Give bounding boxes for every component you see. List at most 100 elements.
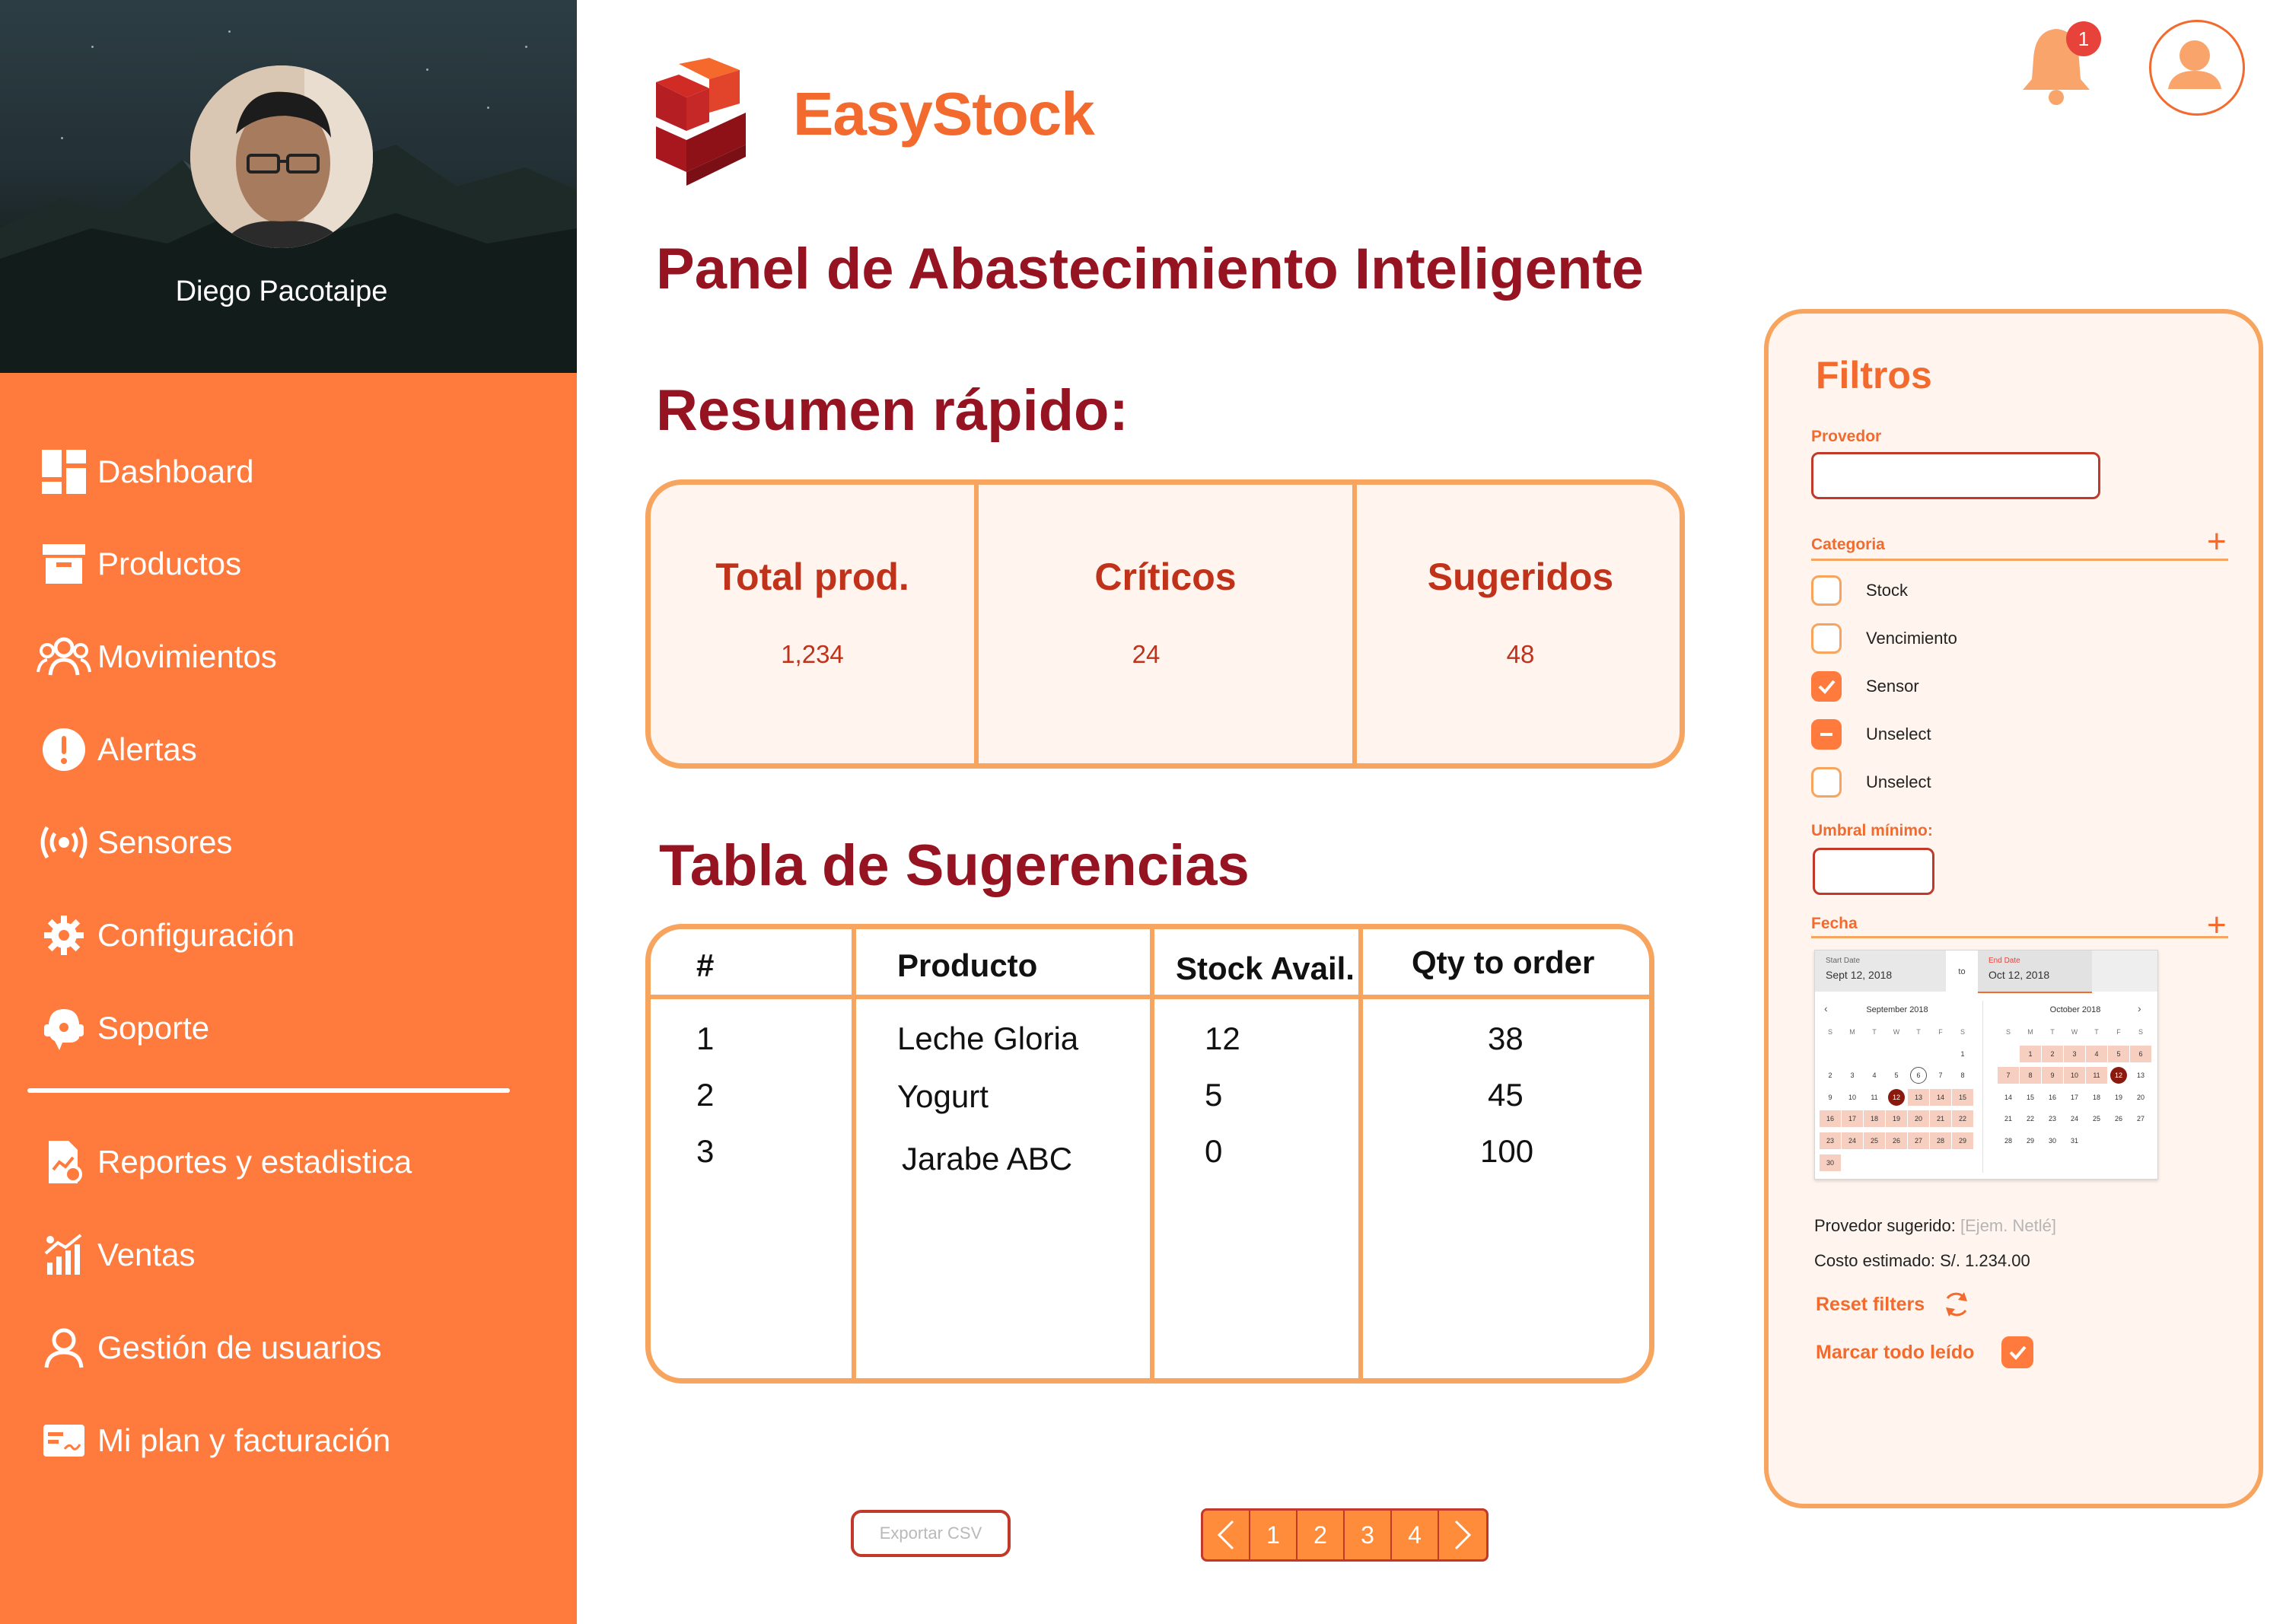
reset-filters-button[interactable]: Reset filters — [1816, 1291, 1972, 1318]
mark-all-read-checkbox[interactable] — [2001, 1336, 2034, 1368]
calendar-day[interactable]: 7 — [1930, 1067, 1951, 1084]
calendar-day[interactable]: 13 — [2130, 1067, 2151, 1084]
column-header-producto[interactable]: Producto — [897, 947, 1037, 984]
pagination-page-2[interactable]: 2 — [1298, 1511, 1345, 1559]
calendar-day[interactable]: 14 — [1998, 1089, 2019, 1106]
calendar-day[interactable]: 5 — [1886, 1067, 1907, 1084]
calendar-day[interactable]: 7 — [1998, 1067, 2019, 1084]
date-range-picker[interactable]: Start Date Sept 12, 2018 to End Date Oct… — [1814, 950, 2158, 1180]
calendar-day[interactable]: 26 — [1886, 1132, 1907, 1149]
pagination-page-4[interactable]: 4 — [1392, 1511, 1439, 1559]
calendar-day[interactable]: 30 — [2042, 1132, 2063, 1149]
calendar-day[interactable]: 22 — [1952, 1110, 1973, 1128]
calendar-day[interactable]: 20 — [1908, 1110, 1929, 1128]
calendar-day[interactable]: 24 — [1842, 1132, 1863, 1149]
calendar-day[interactable]: 22 — [2020, 1110, 2041, 1127]
checkbox[interactable] — [1811, 767, 1842, 798]
calendar-day[interactable]: 11 — [2086, 1067, 2107, 1084]
calendar-day[interactable]: 3 — [1842, 1067, 1863, 1084]
category-option[interactable]: Unselect — [1811, 718, 1931, 751]
calendar-day[interactable]: 8 — [2020, 1067, 2041, 1084]
calendar-day[interactable]: 21 — [1930, 1110, 1951, 1128]
calendar-day[interactable]: 24 — [2064, 1110, 2085, 1127]
sidebar-item-configuracion[interactable]: Configuración — [37, 909, 295, 962]
sidebar-item-movimientos[interactable]: Movimientos — [37, 630, 277, 683]
calendar-day[interactable]: 26 — [2108, 1110, 2129, 1127]
calendar-month-right[interactable]: S M T W T F S 1 2 3 4 5 6 7 8 9 10 11 12 13 14 15 16 17 18 19 20 21… — [1998, 1024, 2157, 1176]
calendar-day[interactable]: 4 — [2086, 1045, 2107, 1062]
sidebar-item-soporte[interactable]: Soporte — [37, 1001, 209, 1055]
mark-all-read[interactable]: Marcar todo leído — [1816, 1336, 2034, 1368]
calendar-day[interactable]: 17 — [2064, 1089, 2085, 1106]
calendar-day[interactable]: 29 — [1952, 1132, 1973, 1149]
calendar-day[interactable]: 3 — [2064, 1045, 2085, 1062]
calendar-day[interactable]: 27 — [1908, 1132, 1929, 1149]
calendar-month-left[interactable]: S M T W T F S 1 2 3 4 5 6 7 8 9 10 11 12 13 14 15 16 17 18 19 20 21… — [1820, 1024, 1979, 1176]
calendar-day[interactable]: 29 — [2020, 1132, 2041, 1149]
category-add-icon[interactable]: + — [2207, 525, 2227, 559]
checkbox[interactable] — [1811, 575, 1842, 606]
calendar-day[interactable]: 19 — [1886, 1110, 1907, 1128]
user-profile-button[interactable] — [2149, 20, 2245, 116]
calendar-day[interactable]: 9 — [1820, 1089, 1841, 1106]
calendar-day[interactable]: 18 — [1864, 1110, 1885, 1128]
calendar-day[interactable]: 10 — [1842, 1089, 1863, 1106]
calendar-day[interactable]: 25 — [1864, 1132, 1885, 1149]
calendar-day[interactable]: 1 — [1952, 1046, 1973, 1062]
calendar-day[interactable]: 27 — [2130, 1110, 2151, 1127]
calendar-day[interactable]: 23 — [2042, 1110, 2063, 1127]
calendar-day[interactable]: 12 — [2110, 1067, 2127, 1084]
calendar-day[interactable]: 15 — [1952, 1088, 1973, 1106]
checkbox-checked[interactable] — [1811, 671, 1842, 702]
calendar-day[interactable]: 20 — [2130, 1089, 2151, 1106]
export-csv-button[interactable]: Exportar CSV — [851, 1510, 1011, 1557]
calendar-day[interactable]: 14 — [1930, 1088, 1951, 1106]
calendar-day[interactable]: 9 — [2042, 1067, 2063, 1084]
column-header-qty[interactable]: Qty to order — [1412, 944, 1594, 981]
sidebar-item-productos[interactable]: Productos — [37, 537, 241, 591]
calendar-day[interactable]: 25 — [2086, 1110, 2107, 1127]
calendar-day[interactable]: 11 — [1864, 1089, 1885, 1106]
checkbox-indeterminate[interactable] — [1811, 719, 1842, 750]
calendar-day[interactable]: 28 — [1930, 1132, 1951, 1149]
sidebar-item-dashboard[interactable]: Dashboard — [37, 445, 253, 498]
sidebar-item-reportes[interactable]: Reportes y estadistica — [37, 1135, 412, 1189]
calendar-day[interactable]: 30 — [1820, 1154, 1841, 1171]
calendar-day[interactable]: 19 — [2108, 1089, 2129, 1106]
calendar-day[interactable]: 1 — [2020, 1045, 2041, 1062]
column-header-number[interactable]: # — [696, 947, 714, 984]
calendar-day[interactable]: 6 — [1910, 1067, 1927, 1084]
sidebar-item-ventas[interactable]: Ventas — [37, 1228, 195, 1282]
pagination-prev-button[interactable] — [1203, 1511, 1250, 1559]
sidebar-item-sensores[interactable]: Sensores — [37, 816, 232, 869]
category-option[interactable]: Vencimiento — [1811, 622, 1957, 655]
date-add-icon[interactable]: + — [2207, 909, 2227, 942]
checkbox[interactable] — [1811, 623, 1842, 654]
calendar-day[interactable]: 4 — [1864, 1067, 1885, 1084]
category-option[interactable]: Stock — [1811, 574, 1908, 607]
calendar-day[interactable]: 13 — [1908, 1088, 1929, 1106]
calendar-day[interactable]: 2 — [2042, 1045, 2063, 1062]
calendar-day[interactable]: 18 — [2086, 1089, 2107, 1106]
pagination-page-3[interactable]: 3 — [1345, 1511, 1392, 1559]
avatar[interactable] — [190, 65, 373, 248]
calendar-day[interactable]: 23 — [1820, 1132, 1841, 1149]
pagination-page-1[interactable]: 1 — [1250, 1511, 1298, 1559]
end-date-field[interactable]: End Date Oct 12, 2018 — [1978, 951, 2092, 993]
column-header-stock[interactable]: Stock Avail. — [1176, 951, 1355, 987]
calendar-day[interactable]: 5 — [2108, 1045, 2129, 1062]
calendar-day[interactable]: 21 — [1998, 1110, 2019, 1127]
calendar-day[interactable]: 2 — [1820, 1067, 1841, 1084]
calendar-day[interactable]: 31 — [2064, 1132, 2085, 1149]
calendar-day[interactable]: 12 — [1888, 1088, 1905, 1106]
calendar-day[interactable]: 15 — [2020, 1089, 2041, 1106]
category-option[interactable]: Unselect — [1811, 766, 1931, 799]
calendar-day[interactable]: 28 — [1998, 1132, 2019, 1149]
pagination-next-button[interactable] — [1439, 1511, 1486, 1559]
calendar-day[interactable]: 16 — [2042, 1089, 2063, 1106]
provider-input[interactable] — [1811, 452, 2100, 499]
sidebar-item-gestion-usuarios[interactable]: Gestión de usuarios — [37, 1321, 382, 1374]
category-option[interactable]: Sensor — [1811, 670, 1919, 703]
calendar-day[interactable]: 17 — [1842, 1110, 1863, 1128]
calendar-day[interactable]: 6 — [2130, 1045, 2151, 1062]
